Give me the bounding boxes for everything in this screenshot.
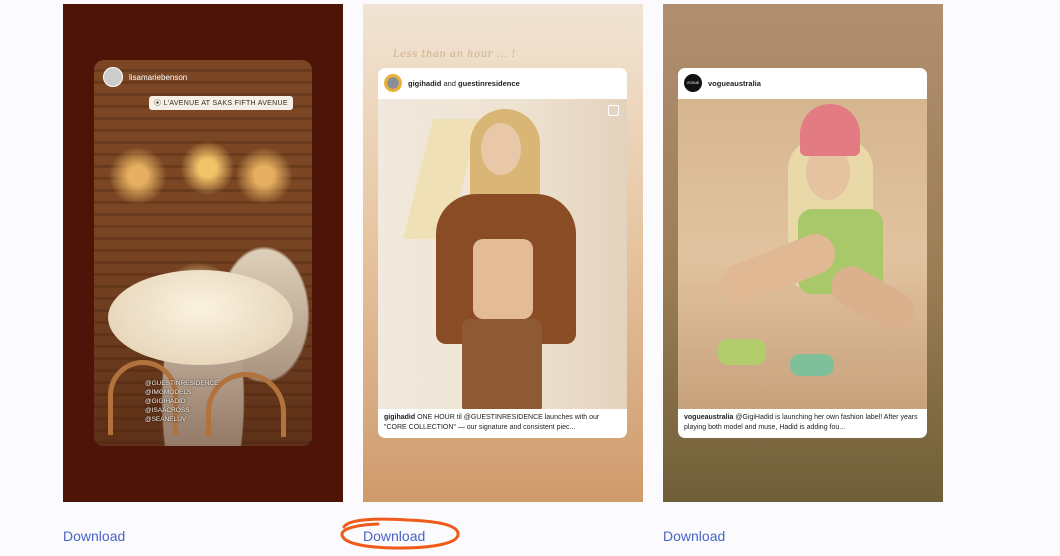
story-card-1: lisamariebenson ⦿ L'AVENUE AT SAKS FIFTH… — [63, 4, 343, 502]
post-username: vogueaustralia — [708, 78, 761, 88]
post-photo — [678, 99, 927, 409]
model-leg — [714, 227, 842, 311]
model-pants — [462, 319, 542, 409]
location-text: L'AVENUE AT SAKS FIFTH AVENUE — [163, 100, 288, 107]
caption-username: gigihadid — [384, 414, 416, 421]
post-avatar — [384, 74, 402, 92]
post-username: gigihadid — [408, 78, 442, 88]
post-caption: vogueaustralia @GigiHadid is launching h… — [684, 413, 921, 432]
post-header: gigihadid and guestinresidence — [378, 68, 627, 98]
multi-image-icon — [608, 105, 619, 116]
caption-username: vogueaustralia — [684, 414, 734, 421]
model-torso — [473, 239, 533, 319]
mention: @ISAACROSS — [145, 407, 190, 414]
caption-text: ONE HOUR til @GUESTINRESIDENCE launches … — [384, 414, 600, 431]
post-user-line: gigihadid and guestinresidence — [408, 79, 520, 88]
vogue-avatar-text: VOGUE — [686, 81, 700, 85]
mention: @IMGMODELS — [145, 389, 192, 396]
mention: @GIGIHADID — [145, 398, 186, 405]
post-caption: gigihadid ONE HOUR til @GUESTINRESIDENCE… — [384, 413, 621, 432]
story-script-text: Less than an hour ... ! — [393, 49, 516, 60]
story-user: lisamariebenson — [103, 67, 187, 87]
embedded-post: VOGUE vogueaustralia vogueaustralia @Gig… — [678, 68, 927, 438]
location-tag: ⦿ L'AVENUE AT SAKS FIFTH AVENUE — [149, 96, 293, 110]
post-collab: guestinresidence — [458, 78, 520, 88]
download-link-2[interactable]: Download — [363, 528, 425, 544]
story-card-3: VOGUE vogueaustralia vogueaustralia @Gig… — [663, 4, 943, 502]
model-shoe — [718, 339, 766, 365]
vogue-avatar: VOGUE — [684, 74, 702, 92]
post-photo — [378, 99, 627, 409]
story-username: lisamariebenson — [129, 72, 188, 82]
embedded-post: gigihadid and guestinresidence gigihadid… — [378, 68, 627, 438]
download-link-3[interactable]: Download — [663, 528, 725, 544]
download-link-1[interactable]: Download — [63, 528, 125, 544]
dining-table — [108, 270, 293, 365]
mention: @GUESTINRESIDENCE — [145, 380, 219, 387]
model-shoe — [790, 354, 834, 376]
post-joiner: and — [443, 78, 456, 88]
mention: @SEANELUV — [145, 416, 187, 423]
location-pin-icon: ⦿ — [154, 100, 162, 107]
user-avatar — [103, 67, 123, 87]
post-header: VOGUE vogueaustralia — [678, 68, 927, 98]
model-face — [481, 123, 521, 175]
model-beanie — [800, 104, 860, 156]
story-card-2: Less than an hour ... ! gigihadid and gu… — [363, 4, 643, 502]
mentions-list: @GUESTINRESIDENCE @IMGMODELS @GIGIHADID … — [145, 379, 218, 424]
